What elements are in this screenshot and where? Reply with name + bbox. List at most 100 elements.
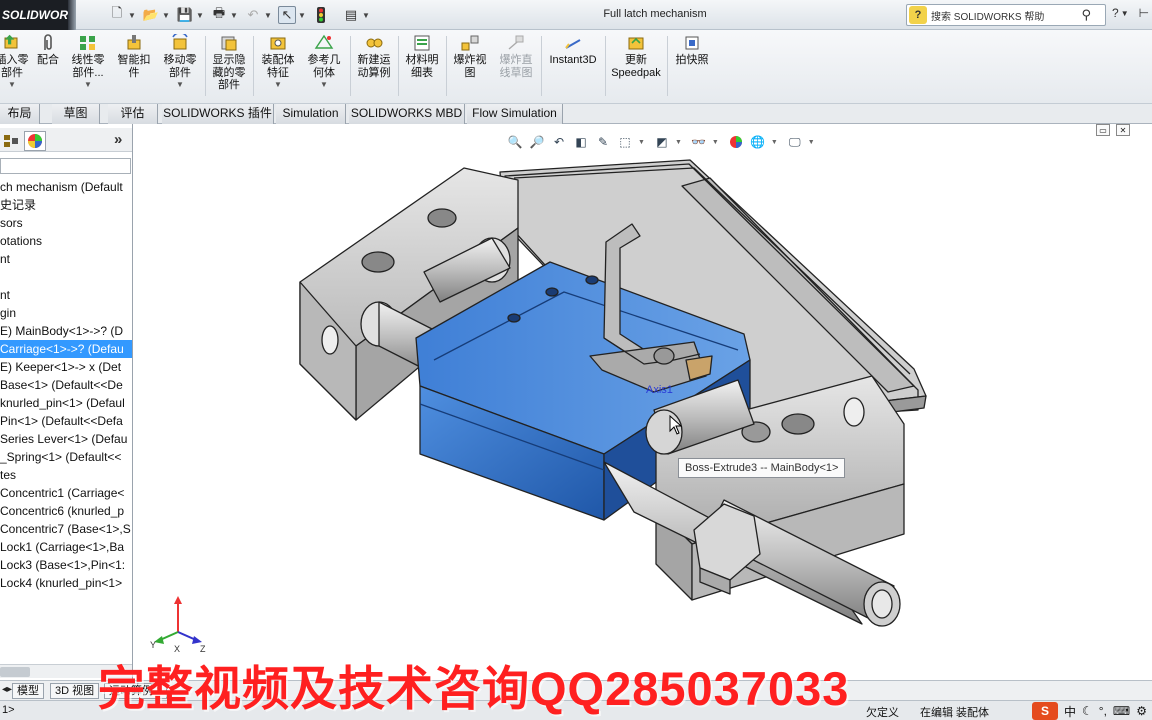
ribbon-button-instant3d[interactable]: Instant3D [544, 34, 602, 100]
chevron-down-icon[interactable]: ▼ [196, 11, 204, 20]
input-method-indicator[interactable]: S 中 ☾ °, ⌨ ⚙ [1032, 702, 1147, 720]
chevron-down-icon[interactable]: ▼ [274, 79, 282, 92]
reference-triad[interactable]: Y X Z [148, 594, 208, 654]
tree-item[interactable] [0, 268, 132, 286]
explode-line-sketch-icon [506, 34, 526, 52]
help-question-icon: ? [909, 6, 927, 24]
pin-icon[interactable]: ⊢ [1139, 6, 1149, 20]
logo-menu-arrow-icon[interactable] [68, 0, 76, 30]
chevron-down-icon[interactable]: ▼ [176, 79, 184, 92]
chevron-down-icon[interactable]: ▼ [320, 79, 328, 92]
tree-item[interactable]: otations [0, 232, 132, 250]
print-icon[interactable]: 🖶 [210, 5, 228, 24]
help-icon[interactable]: ? [1112, 6, 1119, 20]
ribbon-button-reference-geometry[interactable]: 参考几 何体 ▼ [302, 34, 346, 100]
ribbon-button-exploded-view[interactable]: 爆炸视 图 [448, 34, 492, 100]
watermark-overlay: 完整视频及技术咨询QQ285037033 [98, 662, 850, 715]
chevron-down-icon[interactable]: ▼ [298, 11, 306, 20]
tree-item[interactable]: sors [0, 214, 132, 232]
rebuild-traffic-light-icon[interactable] [312, 6, 330, 24]
tree-item[interactable]: Series Lever<1> (Defau [0, 430, 132, 448]
save-icon[interactable]: 💾 [176, 6, 194, 24]
assembly-model-3d[interactable] [134, 124, 1152, 680]
keyboard-icon[interactable]: ⌨ [1113, 704, 1130, 718]
tree-item[interactable]: _Spring<1> (Default<< [0, 448, 132, 466]
tree-filter-input[interactable] [0, 158, 131, 174]
tree-item[interactable]: tes [0, 466, 132, 484]
help-search-box[interactable]: ? 搜索 SOLIDWORKS 帮助 ⚲ [906, 4, 1106, 26]
tab-layout[interactable]: 布局 [0, 104, 40, 124]
tab-flow-simulation[interactable]: Flow Simulation [467, 104, 563, 124]
chevron-down-icon[interactable]: ▼ [264, 11, 272, 20]
tree-item[interactable]: ch mechanism (Default [0, 178, 132, 196]
tree-item[interactable]: nt [0, 250, 132, 268]
tab-evaluate[interactable]: 评估 [108, 104, 158, 124]
tree-item[interactable]: E) MainBody<1>->? (D [0, 322, 132, 340]
new-document-icon[interactable]: 🗋 [108, 5, 126, 24]
ribbon-button-mate[interactable]: 配合 [34, 34, 62, 100]
tree-item-selected[interactable]: Carriage<1>->? (Defau [0, 340, 132, 358]
tree-item[interactable]: gin [0, 304, 132, 322]
scrollbar-thumb[interactable] [0, 667, 30, 677]
configuration-manager-tab-icon[interactable] [0, 131, 22, 151]
display-manager-tab-icon[interactable] [24, 131, 46, 151]
ribbon-button-smart-fasteners[interactable]: 智能扣 件 [114, 34, 154, 100]
tree-item[interactable]: Lock4 (knurled_pin<1> [0, 574, 132, 592]
undo-icon[interactable]: ↶ [244, 6, 262, 24]
exploded-view-icon [460, 34, 480, 52]
ribbon-button-update-speedpak[interactable]: 更新 Speedpak [608, 34, 664, 100]
moon-icon[interactable]: ☾ [1082, 704, 1093, 718]
file-properties-icon[interactable]: ▤ [342, 6, 360, 24]
tree-item[interactable]: Lock1 (Carriage<1>,Ba [0, 538, 132, 556]
ime-language[interactable]: 中 [1064, 703, 1076, 720]
ribbon-button-new-motion-study[interactable]: 新建运 动算例 [352, 34, 396, 100]
panel-more-chevron-icon[interactable]: » [114, 131, 122, 148]
open-folder-icon[interactable]: 📂 [142, 6, 160, 24]
chevron-down-icon[interactable]: ▼ [128, 11, 136, 20]
tree-item[interactable]: Concentric7 (Base<1>,S [0, 520, 132, 538]
tree-item[interactable]: E) Keeper<1>-> x (Det [0, 358, 132, 376]
tab-solidworks-addins[interactable]: SOLIDWORKS 插件 [162, 104, 274, 124]
ribbon-button-bill-of-materials[interactable]: 材料明 细表 [400, 34, 444, 100]
tree-item[interactable]: Concentric1 (Carriage< [0, 484, 132, 502]
new-motion-study-icon [364, 34, 384, 52]
tree-item[interactable]: Concentric6 (knurled_p [0, 502, 132, 520]
ribbon-button-take-snapshot[interactable]: 拍快照 [670, 34, 714, 100]
ribbon-button-move-component[interactable]: 移动零 部件 ▼ [158, 34, 202, 100]
chevron-down-icon[interactable]: ▼ [1121, 9, 1129, 20]
ribbon-separator [667, 36, 668, 96]
tab-simulation[interactable]: Simulation [276, 104, 346, 124]
search-input[interactable]: 搜索 SOLIDWORKS 帮助 [931, 8, 1044, 23]
command-manager-ribbon: 插入零 部件 ▼ 配合 线性零 部件... ▼ 智能扣 件 移动零 部件 ▼ 显… [0, 30, 1152, 104]
tree-item[interactable]: knurled_pin<1> (Defaul [0, 394, 132, 412]
chevron-down-icon[interactable]: ▼ [8, 79, 16, 92]
tree-item[interactable]: Base<1> (Default<<De [0, 376, 132, 394]
tree-item[interactable]: 史记录 [0, 196, 132, 214]
chevron-down-icon[interactable]: ▼ [162, 11, 170, 20]
chevron-down-icon[interactable]: ▼ [84, 79, 92, 92]
tab-sketch[interactable]: 草图 [52, 104, 100, 124]
ribbon-button-show-hidden[interactable]: 显示隐 藏的零 部件 [208, 34, 250, 100]
sogou-ime-icon[interactable]: S [1032, 702, 1058, 720]
punctuation-icon[interactable]: °, [1099, 704, 1107, 718]
tree-item[interactable]: nt [0, 286, 132, 304]
ribbon-button-insert-component[interactable]: 插入零 部件 ▼ [0, 34, 30, 100]
tab-model[interactable]: 模型 [12, 683, 44, 699]
ribbon-button-assembly-features[interactable]: 装配体 特征 ▼ [256, 34, 300, 100]
solidworks-logo[interactable]: SOLIDWORKS [0, 0, 68, 30]
search-icon[interactable]: ⚲ [1081, 7, 1091, 23]
chevron-down-icon[interactable]: ▼ [362, 11, 370, 20]
tree-item[interactable]: Pin<1> (Default<<Defa [0, 412, 132, 430]
tab-solidworks-mbd[interactable]: SOLIDWORKS MBD [349, 104, 465, 124]
settings-icon[interactable]: ⚙ [1136, 704, 1147, 718]
tree-item[interactable]: Lock3 (Base<1>,Pin<1: [0, 556, 132, 574]
smart-fasteners-icon [124, 34, 144, 52]
ribbon-button-linear-pattern[interactable]: 线性零 部件... ▼ [66, 34, 110, 100]
title-bar: SOLIDWORKS 🗋▼ 📂▼ 💾▼ 🖶▼ ↶▼ ↖▼ ▤▼ Full lat… [0, 0, 1152, 30]
chevron-down-icon[interactable]: ▼ [230, 11, 238, 20]
tab-3d-view[interactable]: 3D 视图 [50, 683, 100, 699]
select-arrow-icon[interactable]: ↖ [278, 6, 296, 24]
ribbon-button-explode-line-sketch[interactable]: 爆炸直 线草图 [494, 34, 538, 100]
tab-scroll-arrows-icon[interactable]: ◂▸ [2, 684, 12, 695]
graphics-viewport[interactable]: 🔍 🔎 ↶ ◧ ✎ ⬚ ▼ ◩ ▼ 👓 ▼ 🌐 ▼ 🖵 ▼ ▭ ✕ Axis1 … [134, 124, 1152, 680]
